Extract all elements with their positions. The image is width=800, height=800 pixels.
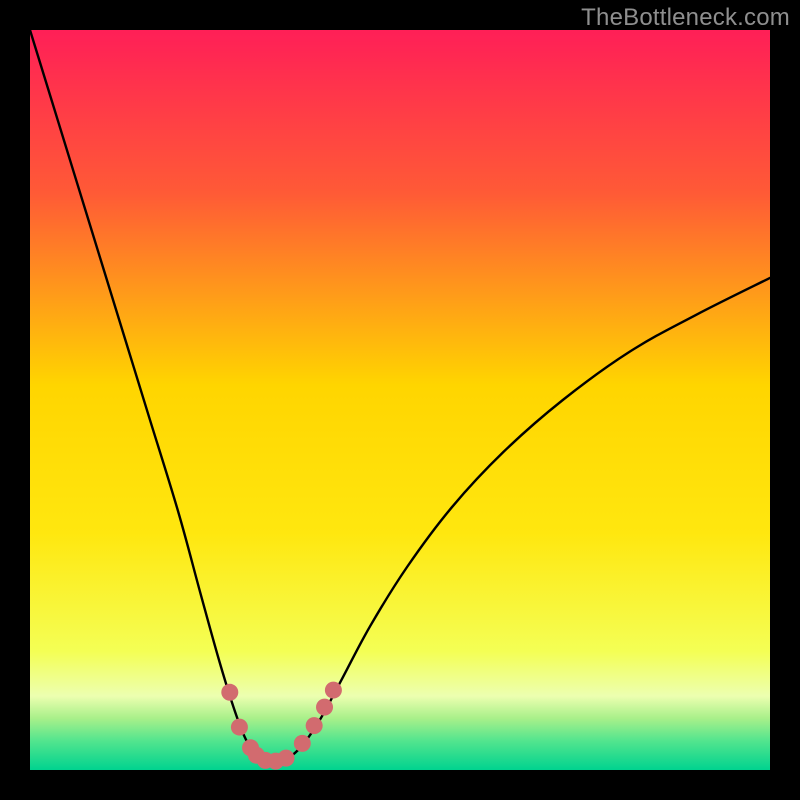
curve-marker: [294, 735, 311, 752]
curve-marker: [221, 684, 238, 701]
curve-marker: [306, 717, 323, 734]
watermark-text: TheBottleneck.com: [581, 4, 790, 32]
chart-frame: TheBottleneck.com: [0, 0, 800, 800]
curve-marker: [316, 699, 333, 716]
curve-marker: [325, 682, 342, 699]
plot-area: [30, 30, 770, 770]
bottleneck-chart-svg: [30, 30, 770, 770]
gradient-background: [30, 30, 770, 770]
curve-marker: [231, 719, 248, 736]
curve-marker: [278, 750, 295, 767]
